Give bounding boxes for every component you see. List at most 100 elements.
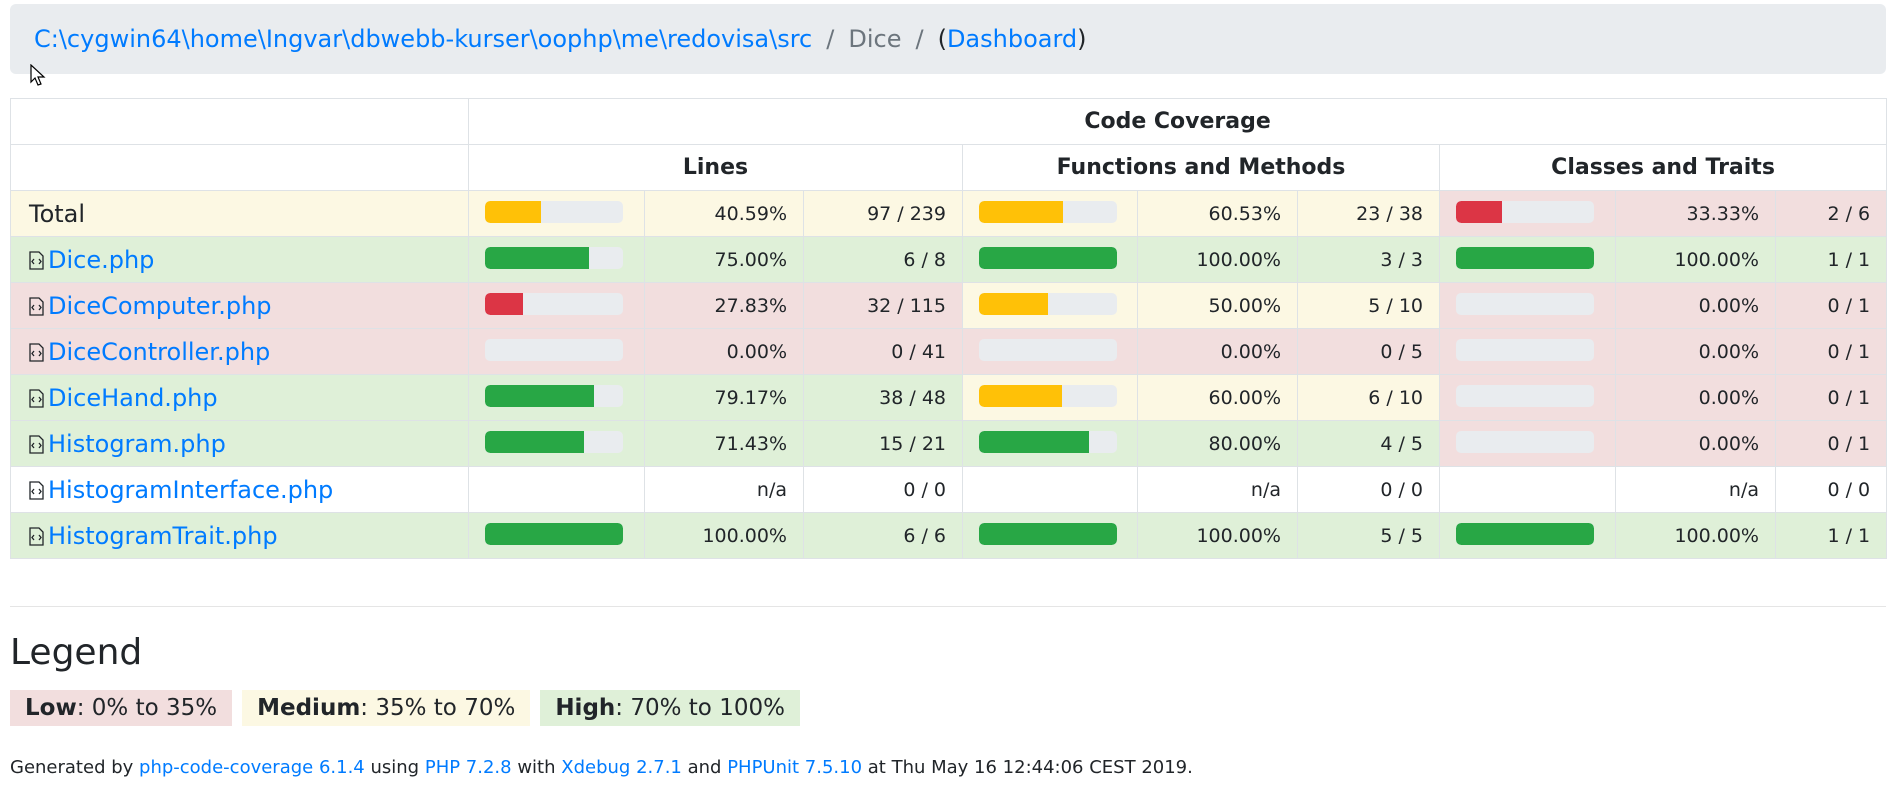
lines-percent: n/a bbox=[644, 466, 804, 513]
classes-bar-cell bbox=[1439, 512, 1616, 559]
progress-bar-fill bbox=[979, 384, 1062, 407]
funcs-percent: 60.00% bbox=[1137, 374, 1298, 421]
progress-bar-fill bbox=[485, 246, 589, 269]
lines-bar-cell bbox=[468, 466, 645, 513]
footer-prefix: Generated by bbox=[10, 757, 140, 778]
lines-percent: 100.00% bbox=[644, 512, 804, 559]
classes-percent: 0.00% bbox=[1615, 282, 1776, 329]
funcs-count: 0 / 0 bbox=[1297, 466, 1440, 513]
funcs-percent: n/a bbox=[1137, 466, 1298, 513]
lines-bar-cell bbox=[468, 512, 645, 559]
legend-high-label: High bbox=[555, 695, 616, 721]
header-empty-cell bbox=[10, 98, 469, 145]
progress-bar-fill bbox=[1456, 522, 1594, 545]
classes-percent: 33.33% bbox=[1615, 190, 1776, 237]
footer-and: and bbox=[681, 757, 728, 778]
funcs-percent: 80.00% bbox=[1137, 420, 1298, 467]
legend-high: High: 70% to 100% bbox=[540, 690, 800, 726]
divider bbox=[10, 606, 1886, 607]
table-row: DiceHand.php 79.17% 38 / 48 60.00% 6 / 10 0.0… bbox=[10, 374, 1888, 421]
progress-bar-fill bbox=[979, 292, 1048, 315]
funcs-percent: 100.00% bbox=[1137, 512, 1298, 559]
lines-percent: 40.59% bbox=[644, 190, 804, 237]
breadcrumb-paren-open: ( bbox=[937, 25, 947, 53]
progress-bar bbox=[485, 384, 623, 407]
funcs-percent: 0.00% bbox=[1137, 328, 1298, 375]
file-name-cell: DiceHand.php bbox=[10, 374, 469, 421]
funcs-bar-cell bbox=[962, 466, 1138, 513]
dashboard-link[interactable]: Dashboard bbox=[947, 25, 1077, 53]
file-code-icon bbox=[29, 480, 44, 500]
lines-bar-cell bbox=[468, 374, 645, 421]
file-code-icon bbox=[29, 296, 44, 316]
breadcrumb-paren-close: ) bbox=[1077, 25, 1087, 53]
file-name-cell: HistogramTrait.php bbox=[10, 512, 469, 559]
header-empty-cell bbox=[10, 144, 469, 191]
funcs-count: 3 / 3 bbox=[1297, 236, 1440, 283]
table-row: HistogramInterface.php n/a 0 / 0 n/a 0 / 0 n/… bbox=[10, 466, 1888, 513]
progress-bar-fill bbox=[485, 430, 584, 453]
progress-bar bbox=[979, 292, 1117, 315]
lines-count: 6 / 8 bbox=[803, 236, 963, 283]
file-name-cell: Dice.php bbox=[10, 236, 469, 283]
legend: Low: 0% to 35% Medium: 35% to 70% High: … bbox=[10, 690, 800, 726]
classes-bar-cell bbox=[1439, 420, 1616, 467]
classes-percent: 100.00% bbox=[1615, 512, 1776, 559]
progress-bar bbox=[1456, 200, 1594, 223]
classes-count: 0 / 1 bbox=[1774, 420, 1888, 467]
phpunit-link[interactable]: PHPUnit 7.5.10 bbox=[727, 757, 862, 778]
footer: Generated by php-code-coverage 6.1.4 usi… bbox=[10, 757, 1193, 778]
classes-percent: 0.00% bbox=[1615, 328, 1776, 375]
php-code-coverage-link[interactable]: php-code-coverage 6.1.4 bbox=[139, 757, 365, 778]
file-link[interactable]: Dice.php bbox=[48, 246, 154, 274]
progress-bar bbox=[485, 522, 623, 545]
legend-medium-label: Medium bbox=[257, 695, 361, 721]
php-link[interactable]: PHP 7.2.8 bbox=[425, 757, 512, 778]
progress-bar-fill bbox=[979, 522, 1117, 545]
file-name-cell: DiceComputer.php bbox=[10, 282, 469, 329]
funcs-bar-cell bbox=[962, 512, 1138, 559]
funcs-percent: 100.00% bbox=[1137, 236, 1298, 283]
progress-bar bbox=[979, 338, 1117, 361]
progress-bar-fill bbox=[485, 200, 541, 223]
file-link[interactable]: DiceComputer.php bbox=[48, 292, 272, 320]
progress-bar bbox=[1456, 522, 1594, 545]
file-link[interactable]: Histogram.php bbox=[48, 430, 226, 458]
funcs-count: 5 / 5 bbox=[1297, 512, 1440, 559]
progress-bar-fill bbox=[979, 200, 1063, 223]
file-link[interactable]: HistogramTrait.php bbox=[48, 522, 278, 550]
code-coverage-heading: Code Coverage bbox=[467, 98, 1888, 145]
classes-count: 1 / 1 bbox=[1774, 512, 1888, 559]
xdebug-link[interactable]: Xdebug 2.7.1 bbox=[561, 757, 682, 778]
file-link[interactable]: DiceHand.php bbox=[48, 384, 218, 412]
legend-low-range: : 0% to 35% bbox=[76, 695, 218, 721]
lines-bar-cell bbox=[468, 190, 645, 237]
progress-bar-fill bbox=[485, 384, 595, 407]
table-row: Histogram.php 71.43% 15 / 21 80.00% 4 / 5 0.0… bbox=[10, 420, 1888, 467]
lines-bar-cell bbox=[468, 328, 645, 375]
lines-count: 97 / 239 bbox=[803, 190, 963, 237]
funcs-bar-cell bbox=[962, 190, 1138, 237]
file-name-cell: DiceController.php bbox=[10, 328, 469, 375]
file-link[interactable]: HistogramInterface.php bbox=[48, 476, 333, 504]
lines-bar-cell bbox=[468, 282, 645, 329]
legend-medium-range: : 35% to 70% bbox=[360, 695, 516, 721]
funcs-bar-cell bbox=[962, 282, 1138, 329]
mouse-cursor-icon bbox=[30, 64, 46, 86]
classes-bar-cell bbox=[1439, 236, 1616, 283]
column-functions-methods: Functions and Methods bbox=[962, 144, 1440, 191]
funcs-bar-cell bbox=[962, 236, 1138, 283]
progress-bar-fill bbox=[485, 522, 623, 545]
footer-with: with bbox=[511, 757, 562, 778]
classes-count: 0 / 1 bbox=[1774, 282, 1888, 329]
classes-bar-cell bbox=[1439, 328, 1616, 375]
table-row: Total 40.59% 97 / 239 60.53% 23 / 38 33.33% 2 … bbox=[10, 190, 1888, 237]
progress-bar bbox=[485, 292, 623, 315]
file-code-icon bbox=[29, 388, 44, 408]
lines-count: 0 / 0 bbox=[803, 466, 963, 513]
progress-bar-fill bbox=[485, 292, 524, 315]
breadcrumb-path-link[interactable]: C:\cygwin64\home\Ingvar\dbwebb-kurser\oo… bbox=[34, 25, 812, 53]
legend-low: Low: 0% to 35% bbox=[10, 690, 233, 726]
file-link[interactable]: DiceController.php bbox=[48, 338, 270, 366]
lines-count: 0 / 41 bbox=[803, 328, 963, 375]
